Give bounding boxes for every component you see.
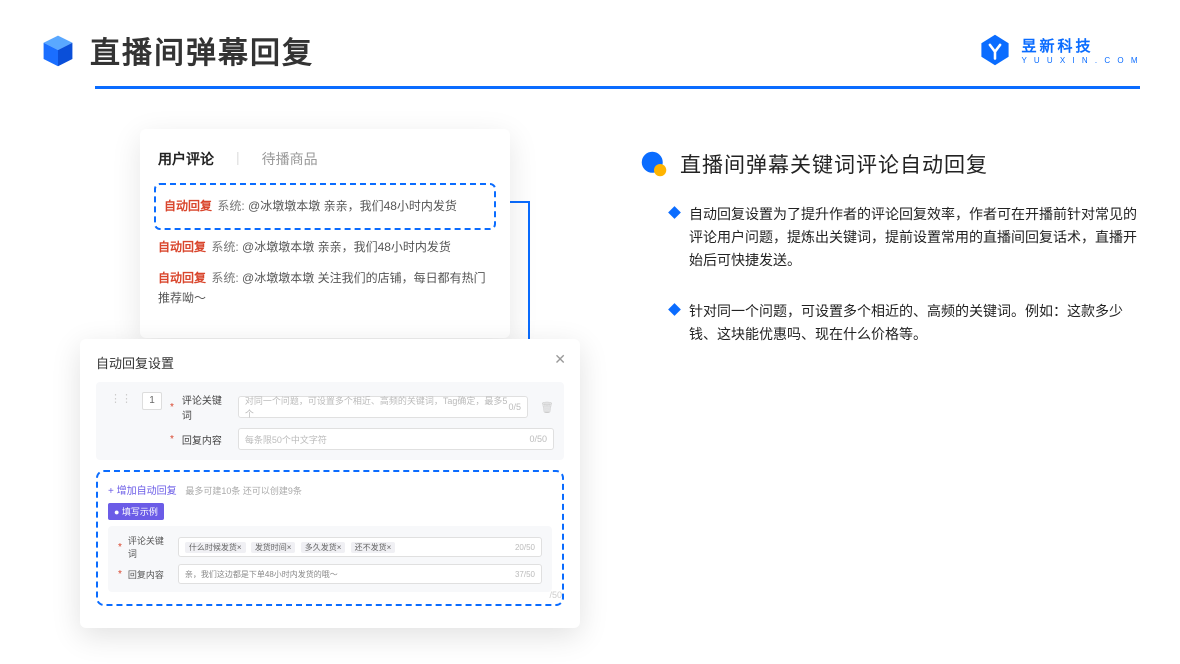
ghost-count: /50	[549, 590, 562, 600]
chat-bubble-icon	[640, 150, 668, 178]
comment-text: @冰墩墩本墩 亲亲，我们48小时内发货	[248, 199, 457, 213]
auto-reply-label: 自动回复	[164, 199, 212, 213]
example-reply-input[interactable]: 亲，我们这边都是下单48小时内发货的哦～ 37/50	[178, 564, 542, 584]
bullet-item: 自动回复设置为了提升作者的评论回复效率，作者可在开播前针对常见的评论用户问题，提…	[640, 203, 1140, 272]
char-count: 0/5	[509, 402, 522, 412]
comment-text: @冰墩墩本墩 关注我们的店铺，每日都有热门推荐呦～	[158, 271, 486, 304]
add-hint: 最多可建10条 还可以创建9条	[185, 486, 302, 496]
required-mark: *	[170, 434, 174, 445]
example-section: + 增加自动回复 最多可建10条 还可以创建9条 ● 填写示例 * 评论关键词 …	[96, 470, 564, 606]
diamond-icon	[668, 303, 681, 316]
page-header: 直播间弹幕回复 昱新科技 Y U U X I N . C O M	[0, 0, 1180, 72]
auto-reply-label: 自动回复	[158, 271, 206, 285]
diamond-icon	[668, 206, 681, 219]
tag[interactable]: 多久发货×	[301, 542, 346, 553]
field-label: 评论关键词	[128, 534, 172, 560]
highlighted-comment: 自动回复 系统: @冰墩墩本墩 亲亲，我们48小时内发货	[154, 183, 496, 230]
delete-icon[interactable]: 🗑	[540, 401, 554, 414]
settings-card: 自动回复设置 ✕ ⋮⋮ 1 * 评论关键词 对同一个问题，可设置多个相近、高频的…	[80, 339, 580, 628]
page-title: 直播间弹幕回复	[90, 28, 314, 72]
reply-text: 亲，我们这边都是下单48小时内发货的哦～	[185, 569, 338, 580]
reply-input[interactable]: 每条限50个中文字符 0/50	[238, 428, 554, 450]
content-area: 用户评论 | 待播商品 自动回复 系统: @冰墩墩本墩 亲亲，我们48小时内发货…	[0, 89, 1180, 374]
required-mark: *	[118, 569, 122, 580]
field-label: 回复内容	[128, 568, 172, 581]
example-keyword-input[interactable]: 什么时候发货× 发货时间× 多久发货× 还不发货× 20/50	[178, 537, 542, 557]
tab-pending-goods[interactable]: 待播商品	[262, 149, 318, 169]
section-title: 直播间弹幕关键词评论自动回复	[680, 149, 988, 179]
bullet-text: 针对同一个问题，可设置多个相近的、高频的关键词。例如：这款多少钱、这块能优惠吗、…	[689, 300, 1140, 346]
char-count: 37/50	[515, 570, 535, 579]
field-keyword: * 评论关键词 对同一个问题，可设置多个相近、高频的关键词，Tag确定，最多5个…	[170, 392, 554, 422]
index-box: 1	[142, 392, 162, 410]
comments-tabs: 用户评论 | 待播商品	[158, 149, 492, 169]
drag-handle-icon[interactable]: ⋮⋮	[110, 392, 132, 405]
field-reply: * 回复内容 每条限50个中文字符 0/50	[170, 428, 554, 450]
bullet-item: 针对同一个问题，可设置多个相近的、高频的关键词。例如：这款多少钱、这块能优惠吗、…	[640, 300, 1140, 346]
placeholder: 每条限50个中文字符	[245, 433, 327, 446]
close-icon[interactable]: ✕	[554, 351, 566, 368]
left-column: 用户评论 | 待播商品 自动回复 系统: @冰墩墩本墩 亲亲，我们48小时内发货…	[80, 129, 590, 374]
tag[interactable]: 还不发货×	[351, 542, 396, 553]
comment-text: @冰墩墩本墩 亲亲，我们48小时内发货	[242, 240, 451, 254]
tags-container: 什么时候发货× 发货时间× 多久发货× 还不发货×	[185, 542, 398, 553]
required-mark: *	[118, 542, 122, 553]
example-badge: ● 填写示例	[108, 503, 164, 520]
brand-name-en: Y U U X I N . C O M	[1022, 56, 1140, 65]
field-label: 评论关键词	[182, 392, 230, 422]
brand-logo-icon	[978, 33, 1012, 67]
bullet-text: 自动回复设置为了提升作者的评论回复效率，作者可在开播前针对常见的评论用户问题，提…	[689, 203, 1140, 272]
comment-row: 自动回复 系统: @冰墩墩本墩 亲亲，我们48小时内发货	[158, 232, 492, 263]
example-reply-row: * 回复内容 亲，我们这边都是下单48小时内发货的哦～ 37/50	[118, 564, 542, 584]
auto-reply-label: 自动回复	[158, 240, 206, 254]
example-fields: * 评论关键词 什么时候发货× 发货时间× 多久发货× 还不发货× 20/50	[108, 526, 552, 592]
form-block: ⋮⋮ 1 * 评论关键词 对同一个问题，可设置多个相近、高频的关键词，Tag确定…	[96, 382, 564, 460]
add-reply-link[interactable]: + 增加自动回复	[108, 482, 177, 497]
keyword-input[interactable]: 对同一个问题，可设置多个相近、高频的关键词，Tag确定，最多5个 0/5	[238, 396, 528, 418]
field-label: 回复内容	[182, 432, 230, 447]
comment-row: 自动回复 系统: @冰墩墩本墩 关注我们的店铺，每日都有热门推荐呦～	[158, 263, 492, 313]
comment-system-prefix: 系统:	[217, 199, 244, 213]
tag[interactable]: 发货时间×	[251, 542, 296, 553]
brand-name-cn: 昱新科技	[1022, 35, 1140, 56]
section-head: 直播间弹幕关键词评论自动回复	[640, 149, 1140, 179]
required-mark: *	[170, 402, 174, 413]
tab-divider: |	[236, 149, 240, 169]
example-keyword-row: * 评论关键词 什么时候发货× 发货时间× 多久发货× 还不发货× 20/50	[118, 534, 542, 560]
comment-row: 自动回复 系统: @冰墩墩本墩 亲亲，我们48小时内发货	[164, 191, 486, 222]
settings-title: 自动回复设置	[96, 353, 564, 372]
placeholder: 对同一个问题，可设置多个相近、高频的关键词，Tag确定，最多5个	[245, 394, 509, 420]
connector-line	[510, 201, 530, 203]
tag[interactable]: 什么时候发货×	[185, 542, 246, 553]
char-count: 20/50	[515, 543, 535, 552]
comment-system-prefix: 系统:	[211, 240, 238, 254]
tab-user-comments[interactable]: 用户评论	[158, 149, 214, 169]
comments-card: 用户评论 | 待播商品 自动回复 系统: @冰墩墩本墩 亲亲，我们48小时内发货…	[140, 129, 510, 338]
right-column: 直播间弹幕关键词评论自动回复 自动回复设置为了提升作者的评论回复效率，作者可在开…	[640, 129, 1140, 374]
char-count: 0/50	[529, 434, 547, 444]
brand: 昱新科技 Y U U X I N . C O M	[978, 33, 1140, 67]
comment-system-prefix: 系统:	[211, 271, 238, 285]
cube-icon	[40, 32, 76, 68]
